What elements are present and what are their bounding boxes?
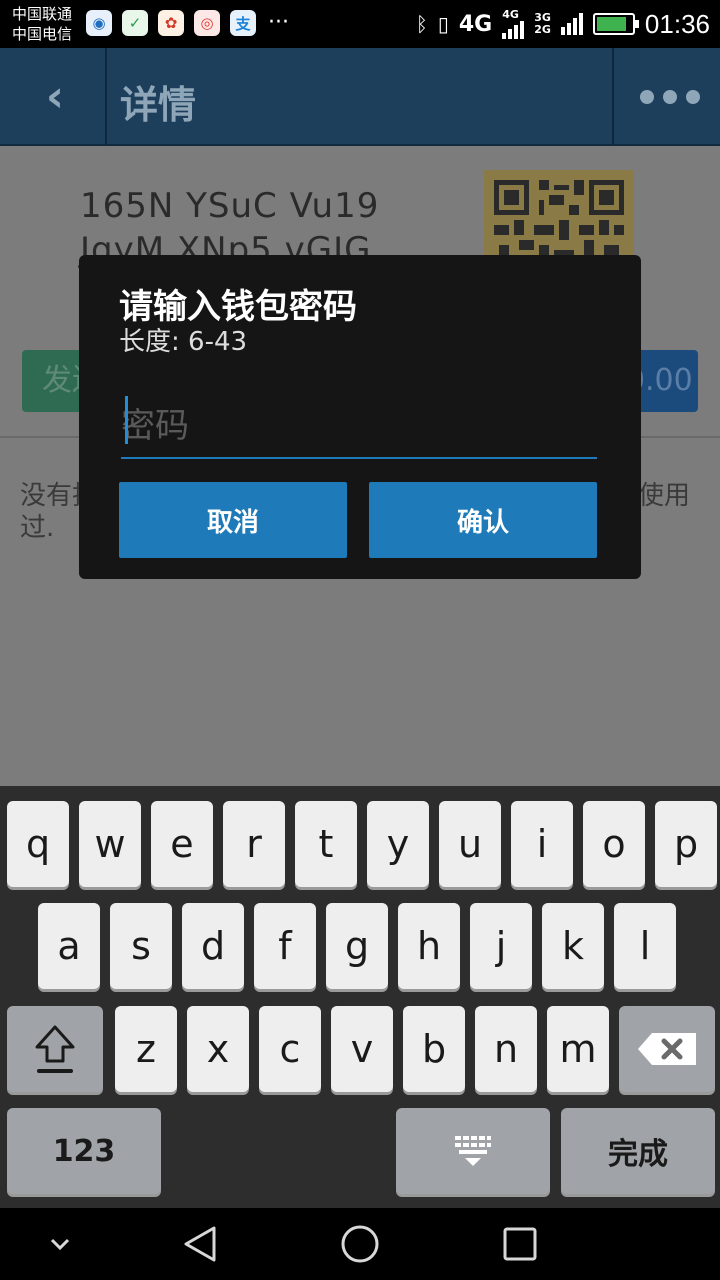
key-b[interactable]: b — [403, 1006, 465, 1092]
address-line-1: 165N YSuC Vu19 — [80, 186, 380, 226]
cancel-button[interactable]: 取消 — [119, 482, 347, 558]
key-l[interactable]: l — [614, 903, 676, 989]
app-notification-icon: ✿ — [158, 10, 184, 36]
vibrate-icon: ▯ — [437, 12, 449, 36]
backspace-icon — [638, 1033, 696, 1065]
text-cursor — [125, 396, 128, 444]
alipay-notification-icon: 支 — [230, 10, 256, 36]
password-input[interactable] — [121, 395, 597, 459]
key-q[interactable]: q — [7, 801, 69, 887]
carrier-2: 中国电信 — [12, 25, 73, 43]
battery-icon — [592, 13, 639, 35]
signal-2: 3G 2G — [534, 12, 551, 36]
key-m[interactable]: m — [547, 1006, 609, 1092]
carrier-1: 中国联通 — [12, 5, 73, 23]
recents-square-icon[interactable] — [498, 1222, 542, 1266]
home-circle-icon[interactable] — [338, 1222, 382, 1266]
status-icons: ᛒ ▯ 4G 4G 3G 2G 01:36 — [416, 6, 710, 42]
key-g[interactable]: g — [326, 903, 388, 989]
key-k[interactable]: k — [542, 903, 604, 989]
key-u[interactable]: u — [439, 801, 501, 887]
bluetooth-icon: ᛒ — [415, 12, 428, 36]
battery-fill — [596, 17, 626, 31]
key-z[interactable]: z — [115, 1006, 177, 1092]
key-j[interactable]: j — [470, 903, 532, 989]
key-w[interactable]: w — [79, 801, 141, 887]
key-o[interactable]: o — [583, 801, 645, 887]
app-bar-divider-right — [612, 48, 614, 146]
network-type-1: 4G — [458, 11, 493, 37]
signal-bars-1-icon — [502, 21, 525, 39]
key-x[interactable]: x — [187, 1006, 249, 1092]
browser-notification-icon: ◉ — [86, 10, 112, 36]
back-arrow-icon[interactable]: ‹ — [28, 70, 82, 124]
carrier-names: 中国联通 中国电信 — [12, 4, 72, 44]
key-h[interactable]: h — [398, 903, 460, 989]
key-n[interactable]: n — [475, 1006, 537, 1092]
key-i[interactable]: i — [511, 801, 573, 887]
shift-key[interactable] — [7, 1006, 103, 1092]
key-f[interactable]: f — [254, 903, 316, 989]
network-type-2: 4G — [502, 8, 519, 21]
key-p[interactable]: p — [655, 801, 717, 887]
password-dialog: 请输入钱包密码 长度: 6-43 取消 确认 — [79, 255, 641, 579]
key-v[interactable]: v — [331, 1006, 393, 1092]
signal-bars-2-icon — [560, 13, 583, 35]
page-title: 详情 — [120, 83, 197, 127]
app-bar: ‹ 详情 — [0, 48, 720, 146]
check-notification-icon: ✓ — [122, 10, 148, 36]
key-r[interactable]: r — [223, 801, 285, 887]
network-type-4: 2G — [534, 23, 551, 36]
key-t[interactable]: t — [295, 801, 357, 887]
key-a[interactable]: a — [38, 903, 100, 989]
confirm-button[interactable]: 确认 — [369, 482, 597, 558]
overflow-menu-icon[interactable] — [640, 84, 700, 110]
done-key[interactable]: 完成 — [561, 1108, 715, 1194]
key-c[interactable]: c — [259, 1006, 321, 1092]
shift-arrow-icon — [35, 1025, 75, 1073]
weibo-notification-icon: ◎ — [194, 10, 220, 36]
hide-keyboard-key[interactable] — [396, 1108, 550, 1194]
status-bar: 中国联通 中国电信 ◉ ✓ ✿ ◎ 支 ··· ᛒ ▯ 4G 4G 3G 2G … — [0, 0, 720, 48]
chevron-down-icon[interactable] — [38, 1222, 82, 1266]
key-y[interactable]: y — [367, 801, 429, 887]
back-triangle-icon[interactable] — [178, 1222, 222, 1266]
numbers-key[interactable]: 123 — [7, 1108, 161, 1194]
navigation-bar — [0, 1208, 720, 1280]
app-bar-divider — [105, 48, 107, 146]
key-s[interactable]: s — [110, 903, 172, 989]
signal-1: 4G — [502, 8, 525, 39]
status-time: 01:36 — [644, 8, 710, 39]
soft-keyboard: 123 完成 qwertyuiop asdfghjkl zxcvbnm — [0, 786, 720, 1208]
key-d[interactable]: d — [182, 903, 244, 989]
backspace-key[interactable] — [619, 1006, 715, 1092]
more-notifications-icon: ··· — [268, 10, 289, 35]
key-e[interactable]: e — [151, 801, 213, 887]
dialog-subtitle: 长度: 6-43 — [119, 327, 248, 357]
keyboard-hide-icon — [455, 1136, 491, 1166]
